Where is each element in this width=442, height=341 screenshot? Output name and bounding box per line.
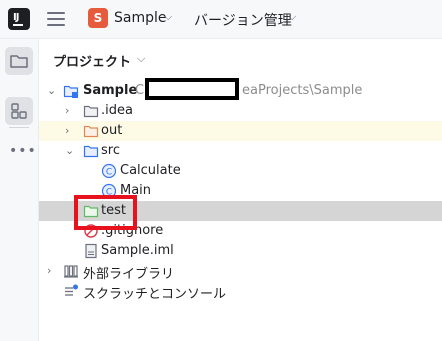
tree-row-src[interactable]: ⌄ src [39, 141, 442, 161]
module-folder-icon [63, 85, 79, 98]
tree-row-root[interactable]: ⌄ Sample C eaProjects\Sample [39, 81, 442, 101]
project-panel: プロジェクト ⌵ ⌄ Sample C eaProjects\Sample › … [39, 39, 442, 341]
tree-label: Calculate [120, 163, 181, 178]
chevron-right-icon[interactable]: › [47, 264, 51, 277]
tree-label: out [101, 123, 123, 138]
root-name: Sample [83, 83, 138, 98]
folder-icon [10, 55, 28, 68]
tree-label: Sample.iml [101, 243, 174, 258]
project-badge[interactable]: S [88, 8, 108, 28]
project-name[interactable]: Sample [114, 10, 167, 26]
vcs-chevron-down-icon[interactable]: ⌵ [288, 10, 296, 24]
module-file-icon [85, 243, 97, 259]
excluded-folder-icon [83, 125, 99, 138]
folder-icon [83, 105, 99, 118]
tree-label: スクラッチとコンソール [83, 287, 227, 302]
root-path-suffix: eaProjects\Sample [242, 83, 363, 98]
main-menu-icon[interactable] [47, 11, 65, 27]
tree-label: .idea [101, 103, 133, 118]
tree-row-external-libraries[interactable]: › 外部ライブラリ [39, 261, 442, 282]
app-logo-text: IJ [13, 12, 20, 23]
chevron-down-icon[interactable]: ⌄ [65, 144, 74, 157]
tree-label: src [101, 143, 120, 158]
structure-icon [11, 103, 27, 119]
chevron-right-icon[interactable]: › [65, 124, 69, 137]
chevron-down-icon[interactable]: ⌄ [47, 84, 56, 97]
tree-label: 外部ライブラリ [83, 267, 175, 282]
left-tool-strip: ••• [0, 39, 39, 341]
tool-separator [9, 127, 29, 128]
source-folder-icon [83, 145, 99, 158]
project-chevron-down-icon[interactable]: ⌵ [164, 10, 172, 24]
tree-row-iml[interactable]: Sample.iml [39, 241, 442, 261]
more-tools-icon[interactable]: ••• [9, 143, 37, 159]
tree-row-idea[interactable]: › .idea [39, 101, 442, 121]
java-class-icon: C [101, 163, 117, 179]
project-tool-button[interactable] [5, 47, 33, 75]
redaction-box [145, 78, 239, 100]
svg-text:C: C [106, 168, 112, 178]
structure-tool-button[interactable] [5, 97, 33, 125]
root-path-prefix: C [135, 83, 145, 98]
chevron-right-icon[interactable]: › [65, 104, 69, 117]
title-bar: IJ S Sample ⌵ バージョン管理 ⌵ [0, 0, 442, 39]
library-icon [64, 265, 78, 278]
tree-row-scratches[interactable]: スクラッチとコンソール [39, 281, 442, 302]
scratches-icon [65, 284, 78, 296]
highlight-box [74, 195, 137, 230]
intellij-logo-icon[interactable]: IJ [8, 8, 30, 30]
tree-row-out[interactable]: › out [39, 121, 442, 141]
tree-row-calculate[interactable]: C Calculate [39, 161, 442, 181]
panel-title-chevron-down-icon[interactable]: ⌵ [137, 52, 145, 66]
vcs-menu[interactable]: バージョン管理 [194, 10, 292, 30]
panel-title[interactable]: プロジェクト [53, 51, 131, 70]
